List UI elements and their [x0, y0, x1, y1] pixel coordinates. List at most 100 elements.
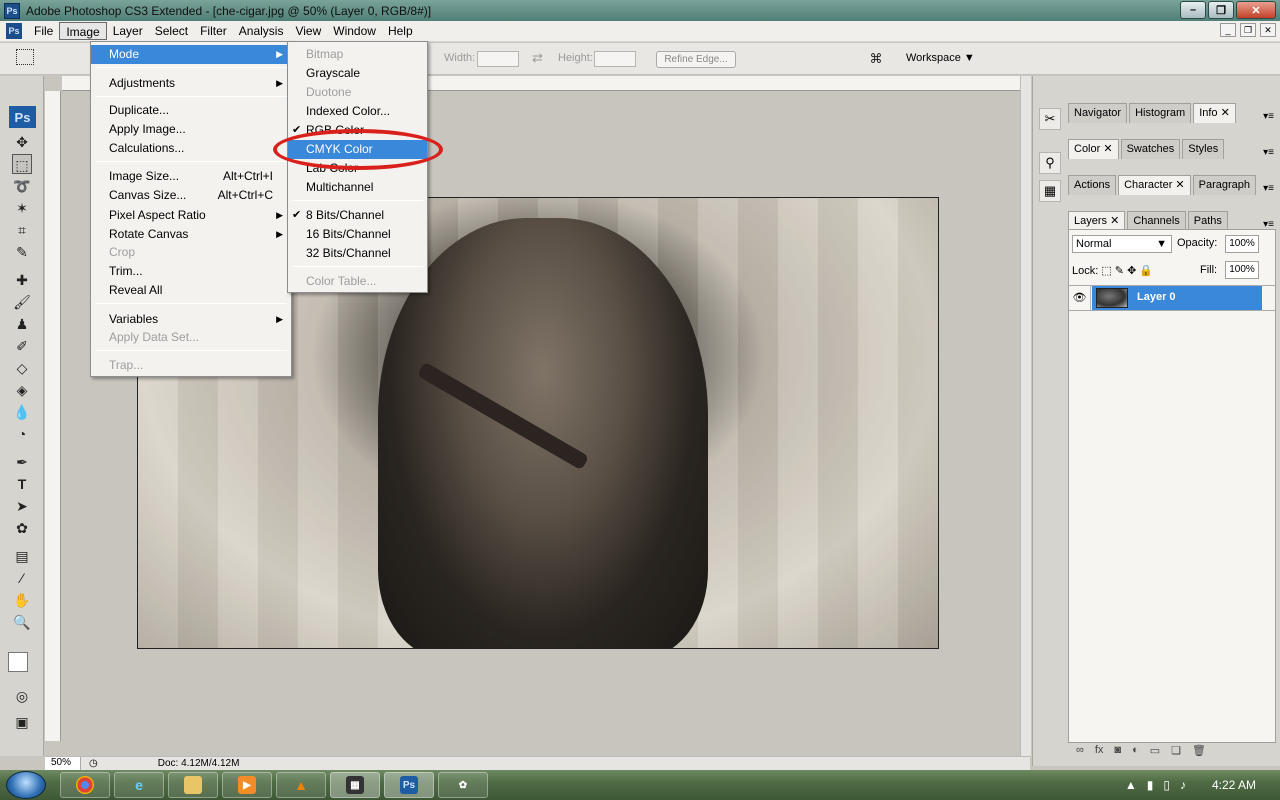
vertical-scrollbar[interactable] — [1020, 76, 1031, 756]
layer-mask-icon[interactable]: ◙ — [1114, 744, 1121, 760]
status-menu-icon[interactable]: ◷ — [89, 758, 98, 769]
mode-item-bitmap[interactable]: Bitmap — [288, 45, 427, 64]
dodge-tool-icon[interactable]: ◔ — [12, 424, 32, 444]
horizontal-scrollbar[interactable] — [300, 756, 1030, 770]
history-brush-icon[interactable]: ✐ — [12, 336, 32, 356]
menu-help[interactable]: Help — [382, 22, 419, 40]
mode-item-32-bits[interactable]: 32 Bits/Channel — [288, 244, 427, 263]
foreground-color-swatch[interactable] — [8, 652, 28, 672]
menu-view[interactable]: View — [289, 22, 327, 40]
menu-layer[interactable]: Layer — [107, 22, 149, 40]
document-icon[interactable]: Ps — [6, 23, 22, 39]
tab-histogram[interactable]: Histogram — [1129, 103, 1192, 123]
menu-item-canvas-size[interactable]: Canvas Size... Alt+Ctrl+C — [91, 186, 291, 205]
path-selection-icon[interactable]: ➤ — [12, 496, 32, 516]
custom-shape-icon[interactable]: ✿ — [12, 518, 32, 538]
height-field[interactable] — [594, 51, 636, 67]
menu-item-image-size[interactable]: Image Size... Alt+Ctrl+I — [91, 167, 291, 186]
menu-item-pixel-aspect-ratio[interactable]: Pixel Aspect Ratio ▶ — [91, 206, 291, 225]
network-icon[interactable]: ▮ — [1147, 778, 1154, 792]
layer-row[interactable]: 👁 Layer 0 — [1069, 285, 1275, 311]
visibility-eye-icon[interactable]: 👁 — [1069, 286, 1091, 310]
mode-item-duotone[interactable]: Duotone — [288, 83, 427, 102]
taskbar-paint[interactable]: ✿ — [438, 772, 488, 798]
delete-layer-icon[interactable]: 🗑 — [1192, 744, 1206, 760]
panel-menu-icon[interactable]: ▾≡ — [1263, 183, 1274, 194]
width-field[interactable] — [477, 51, 519, 67]
tab-channels[interactable]: Channels — [1127, 211, 1186, 231]
marquee-tool-icon[interactable]: ⬚ — [12, 154, 32, 174]
tab-styles[interactable]: Styles — [1182, 139, 1225, 159]
tray-arrow-icon[interactable]: ▲ — [1125, 778, 1137, 792]
doc-close-icon[interactable]: ✕ — [1260, 23, 1276, 37]
paint-bucket-icon[interactable]: ◈ — [12, 380, 32, 400]
type-tool-icon[interactable]: T — [12, 474, 32, 494]
eyedropper-icon[interactable]: ⁄ — [12, 568, 32, 588]
blur-tool-icon[interactable]: 💧 — [12, 402, 32, 422]
quick-mask-icon[interactable]: ◎ — [12, 686, 32, 706]
bridge-icon[interactable]: ⌘ — [866, 49, 886, 69]
link-layers-icon[interactable]: ∞ — [1076, 744, 1084, 760]
healing-brush-icon[interactable]: ✚ — [12, 270, 32, 290]
menu-item-calculations[interactable]: Calculations... — [91, 139, 291, 158]
doc-restore-icon[interactable]: ❐ — [1240, 23, 1256, 37]
tool-presets-icon[interactable]: ✂ — [1039, 108, 1061, 130]
restore-button[interactable]: ❐ — [1208, 1, 1234, 19]
mode-item-indexed-color[interactable]: Indexed Color... — [288, 102, 427, 121]
magic-wand-icon[interactable]: ✶ — [12, 198, 32, 218]
mode-item-multichannel[interactable]: Multichannel — [288, 178, 427, 197]
adjustment-layer-icon[interactable]: ◐ — [1132, 744, 1139, 760]
clock[interactable]: 4:22 AM — [1212, 778, 1256, 792]
menu-image[interactable]: Image — [59, 22, 107, 40]
crop-tool-icon[interactable]: ⌗ — [12, 220, 32, 240]
workspace-menu[interactable]: Workspace ▼ — [906, 52, 975, 64]
taskbar-ie[interactable]: e — [114, 772, 164, 798]
layer-name[interactable]: Layer 0 — [1137, 291, 1176, 303]
screen-mode-icon[interactable]: ▣ — [12, 712, 32, 732]
lasso-tool-icon[interactable]: ➰ — [12, 176, 32, 196]
new-layer-icon[interactable]: ❏ — [1171, 744, 1181, 760]
brush-tool-icon[interactable]: 🖌 — [12, 292, 32, 312]
taskbar-media-player[interactable]: ▶ — [222, 772, 272, 798]
taskbar-photoshop[interactable]: Ps — [384, 772, 434, 798]
panel-menu-icon[interactable]: ▾≡ — [1263, 147, 1274, 158]
opacity-field[interactable]: 100% — [1225, 235, 1259, 253]
menu-item-adjustments[interactable]: Adjustments ▶ — [91, 74, 291, 93]
fill-field[interactable]: 100% — [1225, 261, 1259, 279]
clone-stamp-icon[interactable]: ♟ — [12, 314, 32, 334]
menu-item-apply-data-set[interactable]: Apply Data Set... — [91, 328, 291, 347]
tab-info[interactable]: Info ✕ — [1193, 103, 1236, 123]
menu-analysis[interactable]: Analysis — [233, 22, 290, 40]
taskbar-chrome[interactable] — [60, 772, 110, 798]
hand-tool-icon[interactable]: ✋ — [12, 590, 32, 610]
move-tool-icon[interactable]: ✥ — [12, 132, 32, 152]
menu-window[interactable]: Window — [327, 22, 382, 40]
notes-tool-icon[interactable]: ▤ — [12, 546, 32, 566]
menu-item-trim[interactable]: Trim... — [91, 262, 291, 281]
minimize-button[interactable]: – — [1180, 1, 1206, 19]
clone-source-icon[interactable]: ▦ — [1039, 180, 1061, 202]
menu-file[interactable]: File — [28, 22, 59, 40]
menu-item-rotate-canvas[interactable]: Rotate Canvas ▶ — [91, 225, 291, 244]
pen-tool-icon[interactable]: ✒ — [12, 452, 32, 472]
menu-item-trap[interactable]: Trap... — [91, 356, 291, 375]
tab-navigator[interactable]: Navigator — [1068, 103, 1128, 123]
panel-menu-icon[interactable]: ▾≡ — [1263, 111, 1274, 122]
doc-minimize-icon[interactable]: _ — [1220, 23, 1236, 37]
volume-icon[interactable]: ♪ — [1180, 778, 1186, 792]
layer-style-icon[interactable]: fx — [1095, 744, 1104, 760]
zoom-level[interactable]: 50% — [45, 757, 81, 770]
mode-item-8-bits[interactable]: ✔ 8 Bits/Channel — [288, 206, 427, 225]
menu-item-duplicate[interactable]: Duplicate... — [91, 101, 291, 120]
blend-mode-select[interactable]: Normal ▼ — [1072, 235, 1172, 253]
menu-item-crop[interactable]: Crop — [91, 243, 291, 262]
slice-tool-icon[interactable]: ✎ — [12, 242, 32, 262]
mode-item-grayscale[interactable]: Grayscale — [288, 64, 427, 83]
taskbar-movie-maker[interactable]: ▦ — [330, 772, 380, 798]
eraser-tool-icon[interactable]: ◇ — [12, 358, 32, 378]
start-button[interactable] — [6, 771, 46, 799]
menu-item-mode[interactable]: Mode ▶ — [91, 45, 291, 64]
marquee-preset-icon[interactable] — [16, 49, 34, 65]
menu-filter[interactable]: Filter — [194, 22, 233, 40]
tab-character[interactable]: Character ✕ — [1118, 175, 1191, 195]
